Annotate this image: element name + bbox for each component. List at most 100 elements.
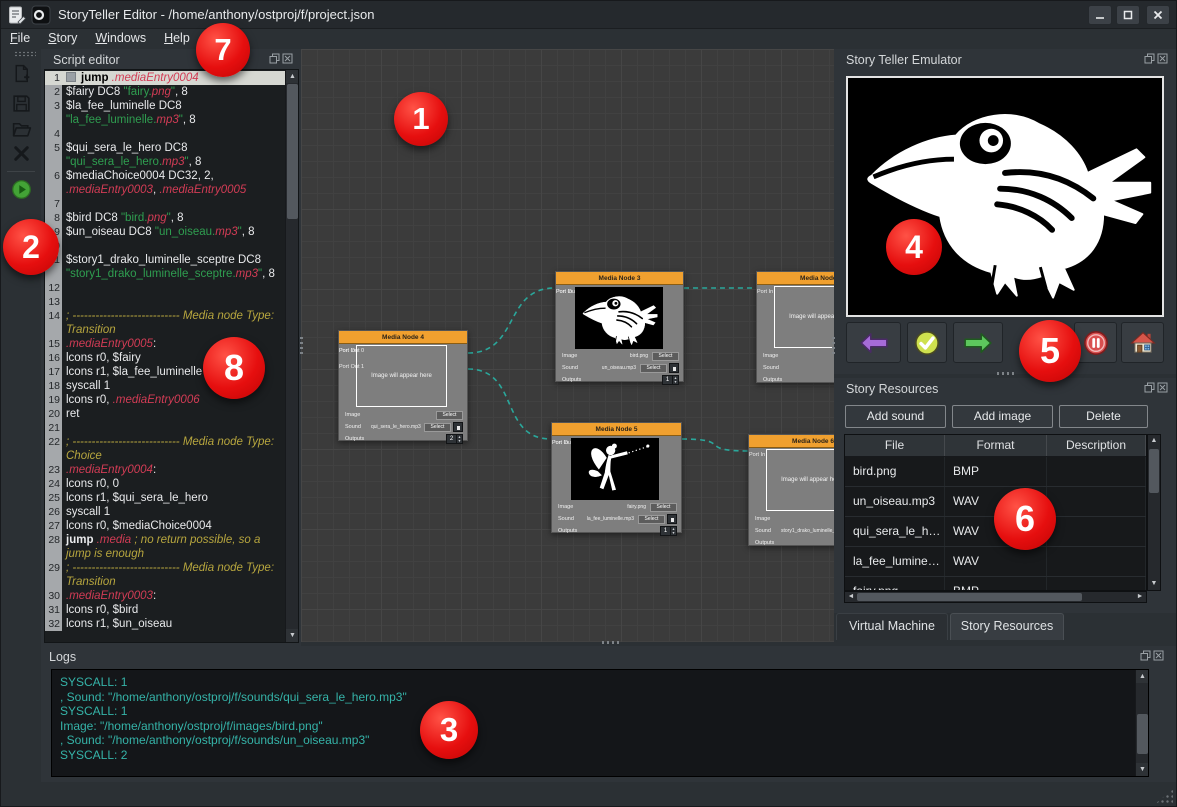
column-header[interactable]: File [845,435,945,456]
back-button[interactable] [846,322,901,363]
scroll-up-arrow[interactable]: ▲ [286,70,299,83]
close-panel-icon[interactable] [1157,382,1168,393]
next-button[interactable] [953,322,1003,363]
table-row[interactable]: la_fee_lumine…WAV [845,547,1146,577]
table-cell: WAV [945,547,1047,576]
code-segment: .mediaEntry0004 [112,72,199,84]
scrollbar-thumb[interactable] [287,84,298,219]
media-node[interactable]: Media Node 7Port InImage will appear her… [756,271,834,383]
scroll-down-arrow[interactable]: ▼ [1148,578,1160,590]
code-segment: .mediaEntry0004 [66,464,153,476]
save-button[interactable] [8,91,35,115]
media-node[interactable]: Media Node 3Port InPort OutImagebird.png… [555,271,684,382]
select-button[interactable]: Select [638,515,665,524]
menu-story[interactable]: Story [39,29,86,47]
outputs-spinner[interactable]: 1▲▼ [660,526,677,536]
code-line: 3$la_fee_luminelle DC8 "la_fee_luminelle… [45,99,285,127]
code-segment: $story1_drako_luminelle_sceptre DC8 [66,254,261,266]
node-title: Media Node 4 [339,331,467,344]
menu-windows[interactable]: Windows [86,29,155,47]
titlebar[interactable]: StoryTeller Editor - /home/anthony/ostpr… [1,1,1177,29]
outputs-field: Outputs2▲▼ [345,434,463,444]
script-editor-scrollbar[interactable]: ▲ ▼ [285,70,298,642]
spinner-arrows[interactable]: ▲▼ [456,435,462,443]
scroll-up-arrow[interactable]: ▲ [1136,670,1149,683]
field-label: Image [558,504,584,510]
window-resize-grip[interactable] [1155,789,1173,804]
splitter-handle[interactable] [997,372,1015,375]
select-button[interactable]: Select [650,503,677,512]
column-header[interactable]: Format [945,435,1047,456]
add-sound-button[interactable]: Add sound [845,405,946,428]
scroll-down-arrow[interactable]: ▼ [286,629,299,642]
tab-virtual-machine[interactable]: Virtual Machine [836,613,948,640]
splitter-handle[interactable] [602,641,620,644]
close-button[interactable] [1146,5,1170,25]
float-panel-icon[interactable] [1140,650,1151,661]
float-panel-icon[interactable] [1144,382,1155,393]
close-project-button[interactable] [8,141,35,165]
outputs-spinner[interactable]: 2▲▼ [446,434,463,444]
line-number: 29 [45,561,62,589]
line-content [62,421,285,435]
select-button[interactable]: Select [436,411,463,420]
scrollbar-thumb[interactable] [857,593,1082,601]
menu-help[interactable]: Help [155,29,199,47]
minimize-button[interactable] [1088,5,1112,25]
table-row[interactable]: bird.pngBMP [845,457,1146,487]
table-hscrollbar[interactable]: ◄ ► [844,591,1147,603]
log-line: SYSCALL: 1 [52,704,1148,719]
toolbar-grip[interactable] [14,51,36,57]
annotation-badge-7: 7 [196,23,250,77]
select-button[interactable]: Select [424,423,451,432]
scrollbar-thumb[interactable] [1137,714,1148,754]
column-header[interactable]: Description [1047,435,1146,456]
splitter-handle[interactable] [832,337,835,355]
close-panel-icon[interactable] [1153,650,1164,661]
logs-scrollbar[interactable]: ▲ ▼ [1135,670,1148,776]
delete-sound-button[interactable] [667,514,677,524]
new-file-icon [11,63,32,84]
spinner-arrows[interactable]: ▲▼ [670,527,676,535]
scroll-right-arrow[interactable]: ► [1134,592,1146,602]
logs-output[interactable]: SYSCALL: 1, Sound: "/home/anthony/ostpro… [51,669,1149,777]
code-line: 6$mediaChoice0004 DC32, 2, .mediaEntry00… [45,169,285,197]
media-node[interactable]: Media Node 4Port InPort Out 0Port Out 1I… [338,330,468,441]
delete-sound-button[interactable] [669,363,679,373]
float-panel-icon[interactable] [1144,53,1155,64]
tab-story-resources[interactable]: Story Resources [950,613,1064,640]
select-button[interactable]: Select [652,352,679,361]
line-number: 14 [45,309,62,337]
float-panel-icon[interactable] [269,53,280,64]
add-image-button[interactable]: Add image [952,405,1053,428]
port-in[interactable]: Port In [757,288,773,296]
open-project-button[interactable] [8,117,35,141]
node-graph-canvas[interactable]: Media Node 4Port InPort Out 0Port Out 1I… [301,49,834,642]
port-in[interactable]: Port In [749,451,765,459]
scrollbar-thumb[interactable] [1149,449,1159,493]
maximize-button[interactable] [1116,5,1140,25]
menu-file[interactable]: File [1,29,39,47]
splitter-handle[interactable] [300,337,303,355]
close-panel-icon[interactable] [1157,53,1168,64]
media-node[interactable]: Media Node 5Port InPort OutImagefairy.pn… [551,422,682,533]
scroll-left-arrow[interactable]: ◄ [845,592,857,602]
table-vscrollbar[interactable]: ▲ ▼ [1147,434,1161,591]
new-file-button[interactable] [8,61,35,85]
home-button[interactable] [1121,322,1164,363]
scroll-up-arrow[interactable]: ▲ [1148,435,1160,447]
delete-sound-button[interactable] [453,422,463,432]
spinner-arrows[interactable]: ▲▼ [672,376,678,384]
scroll-down-arrow[interactable]: ▼ [1136,763,1149,776]
node-title: Media Node 5 [552,423,681,436]
select-button[interactable]: Select [640,364,667,373]
close-panel-icon[interactable] [282,53,293,64]
outputs-spinner[interactable]: 1▲▼ [662,375,679,385]
delete-button[interactable]: Delete [1059,405,1148,428]
table-row[interactable]: fairy.pngBMP [845,577,1146,591]
port-out[interactable]: Port Out [556,288,576,296]
run-button[interactable] [8,177,35,201]
port-out[interactable]: Port Out [552,439,572,447]
media-node[interactable]: Media Node 6Port InImage will appear her… [748,434,834,546]
validate-button[interactable] [907,322,947,363]
